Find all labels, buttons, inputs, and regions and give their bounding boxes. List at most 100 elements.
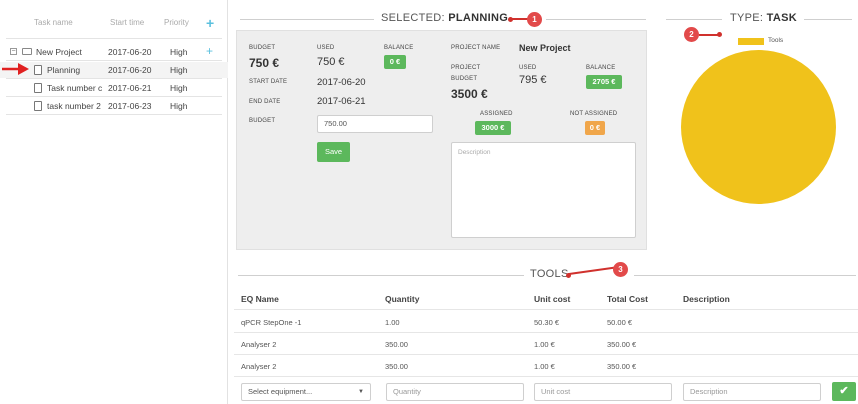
tree-divider [6, 78, 222, 79]
file-icon [34, 65, 42, 75]
project-name-value: New Project [519, 43, 571, 53]
equipment-select-value: Select equipment... [248, 387, 313, 396]
table-divider [234, 376, 858, 377]
balance-chip: 0 € [384, 55, 406, 69]
annotation-pointer-dot [717, 32, 722, 37]
header-description[interactable]: Description [683, 294, 730, 304]
tree-row-start: 2017-06-20 [108, 65, 152, 75]
table-divider [234, 309, 858, 310]
type-title: TYPE: TASK [730, 12, 797, 24]
selected-title-name: PLANNING [448, 12, 509, 24]
equipment-select[interactable]: Select equipment... ▼ [241, 383, 371, 401]
title-rule-right [546, 19, 646, 20]
tree-row-name: Task number c [47, 83, 103, 93]
tree-row-priority: High [170, 83, 188, 93]
add-task-icon[interactable]: + [206, 15, 214, 31]
header-eq-name[interactable]: EQ Name [241, 294, 279, 304]
header-unit-cost[interactable]: Unit cost [534, 294, 570, 304]
tree-row-project[interactable]: − New Project 2017-06-20 High + [0, 44, 228, 60]
description-input[interactable]: Description [683, 383, 821, 401]
tree-divider [6, 38, 222, 39]
tree-divider [6, 96, 222, 97]
row-quantity: 350.00 [385, 362, 408, 371]
column-task-name[interactable]: Task name [34, 18, 73, 27]
tree-row-start: 2017-06-21 [108, 83, 152, 93]
type-title-prefix: TYPE: [730, 12, 764, 24]
legend-swatch-tools [738, 38, 764, 45]
used-value: 750 € [317, 56, 345, 68]
quantity-input[interactable]: Quantity [386, 383, 524, 401]
tree-row-priority: High [170, 65, 188, 75]
type-rule-right [804, 19, 852, 20]
annotation-pointer-line [699, 34, 719, 36]
collapse-toggle-icon[interactable]: − [10, 48, 17, 55]
annotation-badge-3: 3 [613, 262, 628, 277]
confirm-check-button[interactable]: ✔ [832, 382, 856, 401]
end-date-value: 2017-06-21 [317, 96, 366, 107]
annotation-pointer-line [568, 266, 615, 275]
table-divider [234, 354, 858, 355]
add-subtask-icon[interactable]: + [206, 44, 213, 58]
project-label: PROJECT [451, 65, 481, 71]
tree-row-planning[interactable]: Planning 2017-06-20 High [0, 62, 228, 78]
tree-row-name: New Project [36, 47, 82, 57]
start-date-value: 2017-06-20 [317, 77, 366, 88]
annotation-badge-2: 2 [684, 27, 699, 42]
row-eq-name: qPCR StepOne -1 [241, 318, 302, 327]
tree-row-priority: High [170, 47, 188, 57]
header-quantity[interactable]: Quantity [385, 294, 419, 304]
save-button[interactable]: Save [317, 142, 350, 162]
row-unit-cost: 1.00 € [534, 362, 555, 371]
start-date-label: START DATE [249, 79, 288, 85]
annotation-badge-1: 1 [527, 12, 542, 27]
budget-input-label: BUDGET [249, 118, 276, 124]
row-unit-cost: 50.30 € [534, 318, 560, 327]
row-eq-name: Analyser 2 [241, 362, 277, 371]
file-icon [34, 83, 42, 93]
project-used-label: USED [519, 65, 537, 71]
budget-input[interactable]: 750.00 [317, 115, 433, 133]
unit-cost-input[interactable]: Unit cost [534, 383, 672, 401]
budget-label: BUDGET [249, 45, 276, 51]
tree-row-task-2[interactable]: task number 2 2017-06-23 High [0, 98, 228, 114]
row-total-cost: 50.00 € [607, 318, 633, 327]
column-start-time[interactable]: Start time [110, 18, 144, 27]
assigned-label: ASSIGNED [480, 111, 513, 117]
budget-value: 750 € [249, 56, 280, 70]
selected-title-prefix: SELECTED: [381, 12, 445, 24]
not-assigned-label: NOT ASSIGNED [570, 111, 618, 117]
selected-task-panel: BUDGET 750 € USED 750 € BALANCE 0 € STAR… [236, 30, 647, 250]
row-total-cost: 350.00 € [607, 362, 637, 371]
table-divider [234, 332, 858, 333]
tree-row-name: task number 2 [47, 101, 101, 111]
file-icon [34, 101, 42, 111]
project-budget-label: BUDGET [451, 76, 478, 82]
balance-label: BALANCE [384, 45, 414, 51]
tree-row-name: Planning [47, 65, 81, 75]
not-assigned-chip: 0 € [585, 121, 605, 135]
tree-row-priority: High [170, 101, 188, 111]
tools-rule-left [238, 275, 524, 276]
row-quantity: 1.00 [385, 318, 400, 327]
legend-label-tools: Tools [768, 37, 784, 44]
title-rule-left [240, 19, 374, 20]
project-name-label: PROJECT NAME [451, 45, 501, 51]
tree-divider [6, 114, 222, 115]
row-quantity: 350.00 [385, 340, 408, 349]
tree-row-task-c[interactable]: Task number c 2017-06-21 High [0, 80, 228, 96]
column-priority[interactable]: Priority [164, 18, 189, 27]
header-total-cost[interactable]: Total Cost [607, 294, 648, 304]
tree-divider [6, 60, 222, 61]
project-balance-chip: 2705 € [586, 75, 622, 89]
project-balance-label: BALANCE [586, 65, 616, 71]
row-total-cost: 350.00 € [607, 340, 637, 349]
description-textarea[interactable]: Description [451, 142, 636, 238]
tree-row-start: 2017-06-20 [108, 47, 152, 57]
type-title-name: TASK [766, 12, 797, 24]
assigned-chip: 3000 € [475, 121, 511, 135]
annotation-arrow-icon [2, 63, 29, 75]
row-eq-name: Analyser 2 [241, 340, 277, 349]
project-budget-value: 3500 € [451, 87, 488, 101]
selected-title: SELECTED: PLANNING [381, 12, 508, 24]
folder-icon [22, 48, 32, 55]
